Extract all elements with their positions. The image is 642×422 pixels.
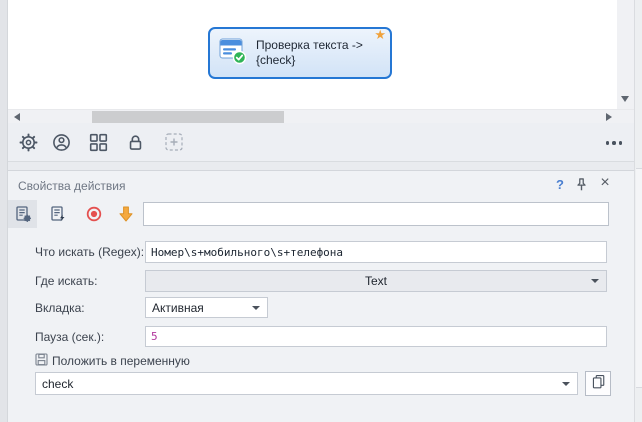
canvas-horizontal-scrollbar[interactable] (8, 109, 634, 123)
scroll-right-arrow[interactable] (606, 113, 612, 121)
action-properties-panel: Свойства действия ? × Что искать (Regex)… (8, 170, 634, 422)
copy-icon (591, 374, 606, 394)
chevron-down-icon (562, 381, 570, 386)
copy-variable-button[interactable] (585, 371, 611, 396)
add-capture-icon[interactable] (164, 132, 184, 152)
canvas-vertical-scrollbar[interactable] (617, 0, 634, 109)
put-to-variable-label: Положить в переменную (35, 353, 190, 369)
tab-select[interactable]: Активная (145, 297, 268, 318)
h-scrollbar-thumb[interactable] (92, 111, 284, 123)
scroll-down-arrow[interactable] (621, 96, 629, 102)
label-what-to-search: Что искать (Regex): (35, 245, 145, 259)
scroll-left-arrow[interactable] (14, 113, 20, 121)
label-where-to-search: Где искать: (35, 274, 98, 288)
property-search-input[interactable] (143, 202, 609, 226)
grid-icon[interactable] (88, 132, 108, 152)
help-button[interactable]: ? (551, 177, 569, 192)
panel-title: Свойства действия (18, 179, 126, 193)
lock-icon[interactable] (125, 132, 145, 152)
where-select[interactable]: Text (145, 270, 607, 292)
action-settings-tab[interactable] (8, 200, 37, 228)
user-icon[interactable] (51, 132, 71, 152)
where-select-value: Text (364, 274, 387, 288)
workflow-canvas[interactable]: Проверка текста -> {check} ★ (8, 0, 617, 109)
action-code-tab[interactable] (43, 200, 72, 228)
window-right-scrollbar-thumb[interactable] (636, 168, 642, 388)
chevron-down-icon (252, 305, 260, 310)
variable-value: check (42, 376, 74, 391)
regex-input[interactable] (145, 241, 607, 263)
variable-combobox[interactable]: check (35, 372, 578, 395)
star-icon: ★ (374, 27, 386, 42)
pin-icon[interactable] (574, 177, 590, 193)
close-icon[interactable]: × (596, 174, 614, 192)
more-button[interactable] (605, 141, 622, 145)
node-title: Проверка текста -> {check} (256, 38, 363, 67)
pause-input[interactable] (145, 326, 607, 347)
text-check-icon (218, 36, 248, 71)
insert-down-arrow-button[interactable] (111, 200, 140, 228)
label-tab: Вкладка: (35, 301, 85, 315)
gear-icon[interactable] (18, 132, 38, 152)
window-left-edge (0, 0, 8, 422)
record-button[interactable] (79, 200, 108, 228)
tab-select-value: Активная (152, 300, 204, 315)
save-icon (35, 353, 48, 369)
label-pause: Пауза (сек.): (35, 330, 105, 344)
window-right-scrollbar[interactable] (634, 0, 642, 422)
action-node-check-text[interactable]: Проверка текста -> {check} ★ (208, 27, 392, 79)
chevron-down-icon (591, 279, 599, 283)
canvas-toolbar (8, 123, 634, 162)
